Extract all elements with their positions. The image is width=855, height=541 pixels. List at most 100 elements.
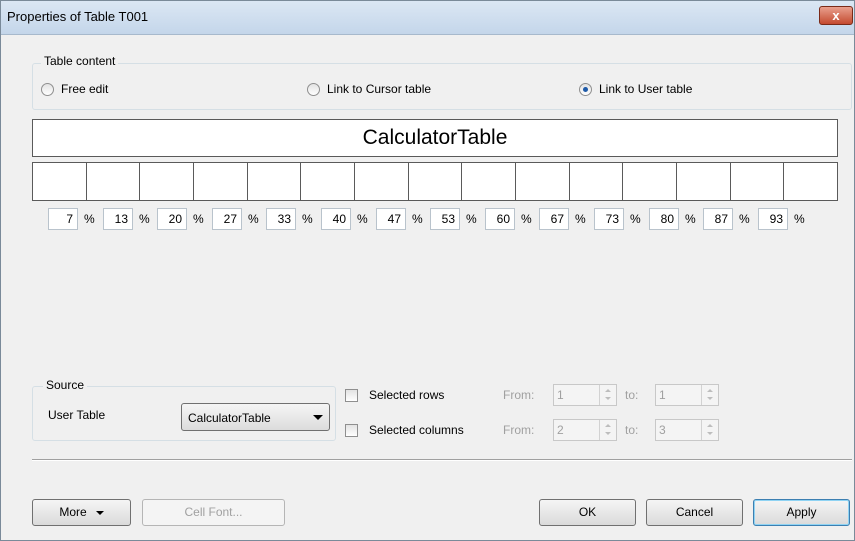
chevron-down-icon xyxy=(95,510,104,515)
selected-columns-label[interactable]: Selected columns xyxy=(369,423,464,437)
table-cell[interactable] xyxy=(784,163,837,200)
spinner-arrows-icon[interactable] xyxy=(701,420,718,440)
column-width-input[interactable]: 93 xyxy=(758,208,788,230)
apply-button[interactable]: Apply xyxy=(753,499,850,526)
cols-from-label: From: xyxy=(503,423,535,437)
cancel-button-label: Cancel xyxy=(675,505,714,519)
table-cell[interactable] xyxy=(140,163,195,200)
apply-button-label: Apply xyxy=(786,505,817,519)
column-width-input[interactable]: 87 xyxy=(703,208,733,230)
user-table-dropdown[interactable]: CalculatorTable xyxy=(181,403,330,431)
rows-from-spinner[interactable]: 1 xyxy=(553,384,617,406)
rows-to-value: 1 xyxy=(659,388,666,402)
percent-sign: % xyxy=(412,212,423,226)
user-table-dropdown-value: CalculatorTable xyxy=(188,411,271,425)
table-cell[interactable] xyxy=(87,163,141,200)
percent-sign: % xyxy=(521,212,532,226)
column-width-input[interactable]: 60 xyxy=(485,208,515,230)
table-cell[interactable] xyxy=(623,163,678,200)
spinner-arrows-icon[interactable] xyxy=(701,385,718,405)
column-width-input[interactable]: 47 xyxy=(376,208,406,230)
cols-from-spinner[interactable]: 2 xyxy=(553,419,617,441)
selected-columns-checkbox[interactable] xyxy=(345,424,358,437)
more-button-label: More xyxy=(59,505,87,519)
column-width-input[interactable]: 13 xyxy=(103,208,133,230)
chevron-down-icon xyxy=(313,415,323,420)
column-width-input[interactable]: 67 xyxy=(539,208,569,230)
table-cell[interactable] xyxy=(677,163,731,200)
properties-dialog: Properties of Table T001 x Table content… xyxy=(0,0,855,541)
percent-sign: % xyxy=(466,212,477,226)
percent-sign: % xyxy=(357,212,368,226)
column-width-input[interactable]: 80 xyxy=(649,208,679,230)
radio-link-cursor-table[interactable]: Link to Cursor table xyxy=(307,82,431,96)
user-table-label: User Table xyxy=(48,408,106,422)
column-width-item: 20% xyxy=(157,208,204,230)
table-content-group xyxy=(32,63,852,110)
window-title: Properties of Table T001 xyxy=(7,9,149,24)
column-width-input[interactable]: 27 xyxy=(212,208,242,230)
title-bar[interactable]: Properties of Table T001 x xyxy=(1,1,854,35)
rows-from-value: 1 xyxy=(557,388,564,402)
column-width-input[interactable]: 7 xyxy=(48,208,78,230)
column-width-input[interactable]: 33 xyxy=(266,208,296,230)
radio-link-user-table[interactable]: Link to User table xyxy=(579,82,692,96)
ok-button[interactable]: OK xyxy=(539,499,636,526)
divider xyxy=(32,459,852,461)
column-width-item: 93% xyxy=(758,208,805,230)
table-name-header: CalculatorTable xyxy=(32,119,838,157)
radio-icon xyxy=(41,82,54,96)
percent-sign: % xyxy=(84,212,95,226)
selected-rows-label[interactable]: Selected rows xyxy=(369,388,444,402)
cancel-button[interactable]: Cancel xyxy=(646,499,743,526)
radio-selected-icon xyxy=(579,82,592,96)
column-width-input[interactable]: 20 xyxy=(157,208,187,230)
column-width-item: 67% xyxy=(539,208,586,230)
table-cell[interactable] xyxy=(33,163,87,200)
table-cell[interactable] xyxy=(516,163,570,200)
column-width-item: 53% xyxy=(430,208,477,230)
table-content-legend: Table content xyxy=(41,54,119,68)
close-button[interactable]: x xyxy=(819,6,853,25)
radio-label: Link to User table xyxy=(599,82,693,96)
column-width-input[interactable]: 73 xyxy=(594,208,624,230)
column-width-item: 80% xyxy=(649,208,696,230)
cols-from-value: 2 xyxy=(557,423,564,437)
radio-icon xyxy=(307,82,320,96)
percent-sign: % xyxy=(193,212,204,226)
table-cell[interactable] xyxy=(570,163,624,200)
cols-to-label: to: xyxy=(625,423,639,437)
column-width-item: 73% xyxy=(594,208,641,230)
ok-button-label: OK xyxy=(578,505,597,519)
column-width-input[interactable]: 53 xyxy=(430,208,460,230)
spinner-arrows-icon[interactable] xyxy=(599,385,616,405)
percent-sign: % xyxy=(685,212,696,226)
radio-free-edit[interactable]: Free edit xyxy=(41,82,108,96)
cols-to-value: 3 xyxy=(659,423,666,437)
radio-label: Link to Cursor table xyxy=(327,82,432,96)
rows-to-label: to: xyxy=(625,388,639,402)
table-cell[interactable] xyxy=(731,163,785,200)
column-width-input[interactable]: 40 xyxy=(321,208,351,230)
spinner-arrows-icon[interactable] xyxy=(599,420,616,440)
table-cell[interactable] xyxy=(248,163,302,200)
table-cell[interactable] xyxy=(301,163,356,200)
table-cell[interactable] xyxy=(355,163,409,200)
percent-sign: % xyxy=(302,212,313,226)
selected-rows-checkbox[interactable] xyxy=(345,389,358,402)
rows-to-spinner[interactable]: 1 xyxy=(655,384,719,406)
cols-to-spinner[interactable]: 3 xyxy=(655,419,719,441)
percent-sign: % xyxy=(794,212,805,226)
table-cell[interactable] xyxy=(194,163,248,200)
more-button[interactable]: More xyxy=(32,499,131,526)
cell-font-button[interactable]: Cell Font... xyxy=(142,499,285,526)
percent-sign: % xyxy=(248,212,259,226)
percent-sign: % xyxy=(739,212,750,226)
percent-sign: % xyxy=(575,212,586,226)
cell-font-button-label: Cell Font... xyxy=(184,505,243,519)
table-cell[interactable] xyxy=(462,163,517,200)
percent-sign: % xyxy=(139,212,150,226)
column-width-item: 7% xyxy=(48,208,95,230)
column-width-item: 40% xyxy=(321,208,368,230)
table-cell[interactable] xyxy=(409,163,463,200)
